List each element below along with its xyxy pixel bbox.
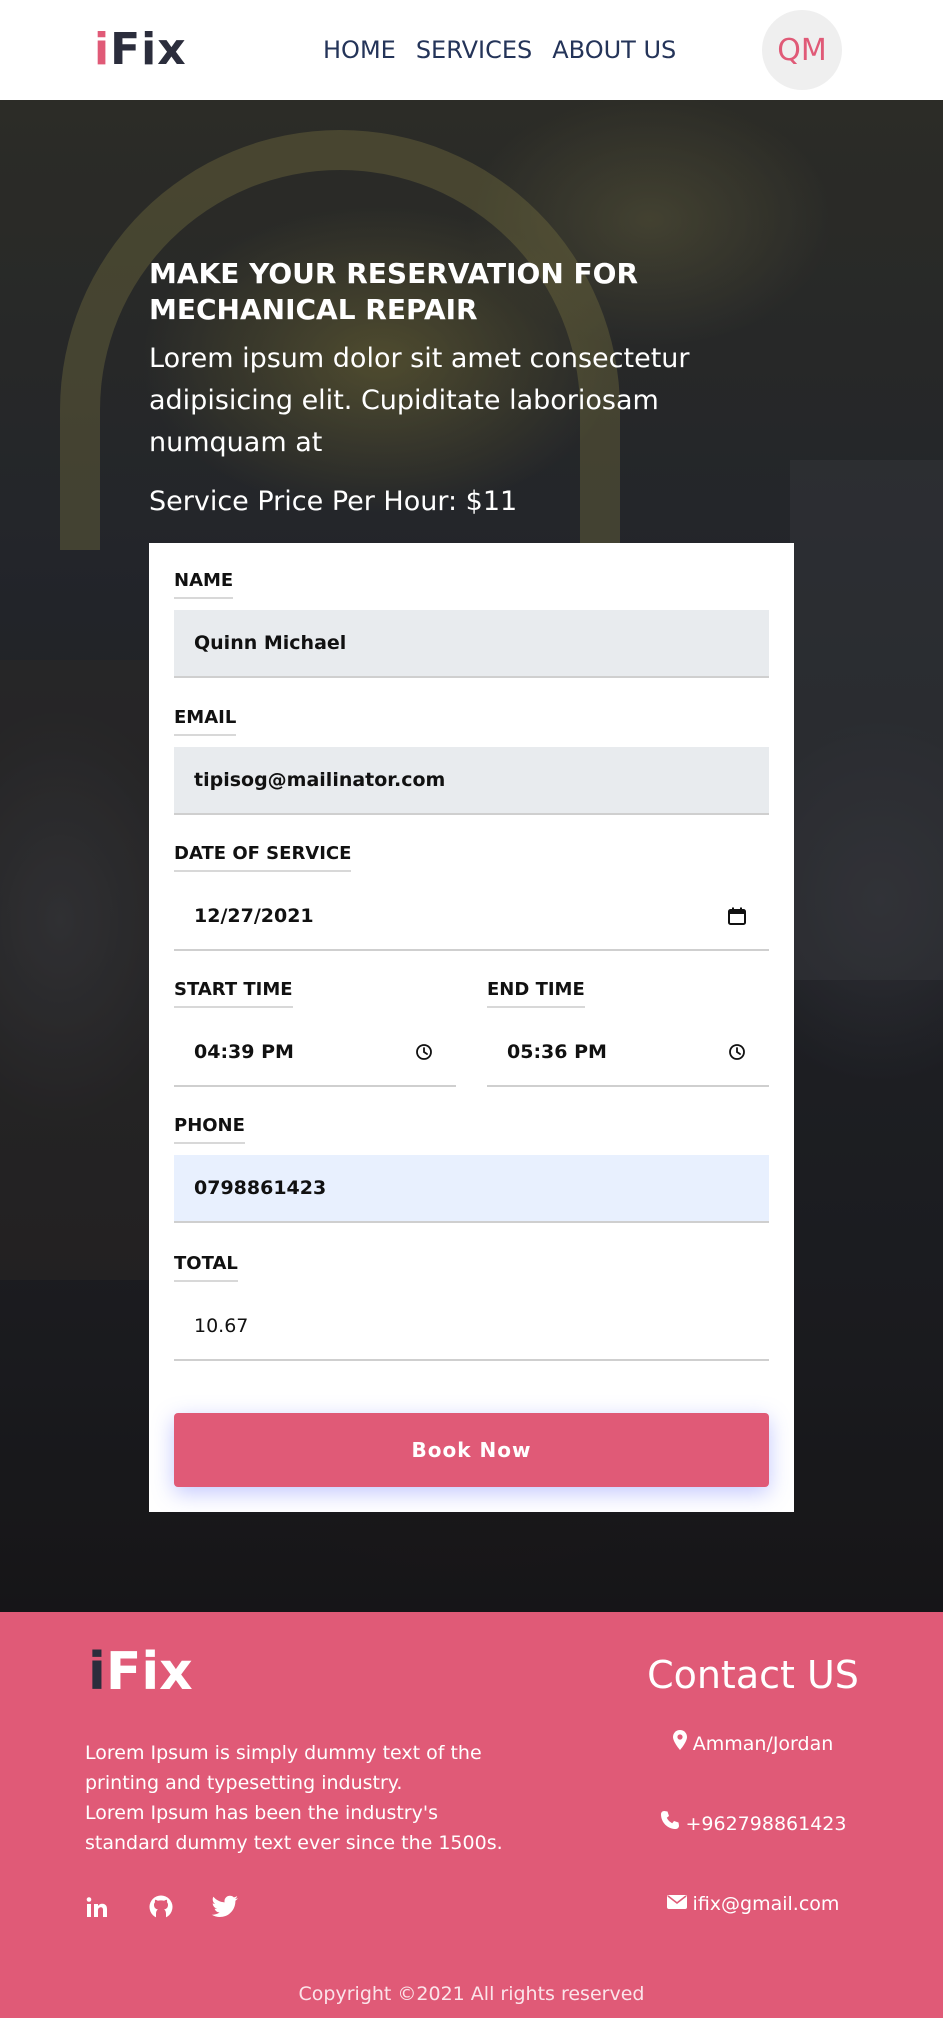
hero-section: MAKE YOUR RESERVATION FOR MECHANICAL REP… xyxy=(0,100,943,1612)
reservation-form: NAME Quinn Michael EMAIL tipisog@mailina… xyxy=(149,543,794,1512)
start-time-value: 04:39 PM xyxy=(194,1041,294,1063)
name-field[interactable]: Quinn Michael xyxy=(174,610,769,678)
start-time-label: START TIME xyxy=(174,978,293,1008)
phone-field[interactable]: 0798861423 xyxy=(174,1155,769,1223)
logo-text: Fix xyxy=(110,24,187,75)
main-nav: HOME SERVICES ABOUT US xyxy=(323,33,676,67)
envelope-icon xyxy=(666,1890,687,1918)
email-label: EMAIL xyxy=(174,706,237,736)
clock-icon[interactable] xyxy=(717,1043,757,1061)
end-time-label: END TIME xyxy=(487,978,585,1008)
hero-description: Lorem ipsum dolor sit amet consectetur a… xyxy=(149,343,690,458)
location-text: Amman/Jordan xyxy=(692,1733,834,1755)
end-time-field[interactable]: 05:36 PM xyxy=(487,1019,769,1087)
user-avatar[interactable]: QM xyxy=(762,10,842,90)
phone-label: PHONE xyxy=(174,1114,245,1144)
phone-value: 0798861423 xyxy=(194,1177,327,1199)
clock-icon[interactable] xyxy=(404,1043,444,1061)
page-title: MAKE YOUR RESERVATION FOR MECHANICAL REP… xyxy=(149,257,639,326)
name-value: Quinn Michael xyxy=(194,632,347,654)
footer-description: Lorem Ipsum is simply dummy text of the … xyxy=(85,1738,505,1858)
phone-text: +962798861423 xyxy=(685,1813,847,1835)
email-field[interactable]: tipisog@mailinator.com xyxy=(174,747,769,815)
github-icon[interactable] xyxy=(146,1892,176,1922)
footer-logo[interactable]: iFix xyxy=(88,1640,193,1704)
site-footer: iFix Lorem Ipsum is simply dummy text of… xyxy=(0,1612,943,2018)
contact-location: Amman/Jordan xyxy=(600,1730,906,1758)
date-label: DATE OF SERVICE xyxy=(174,842,352,872)
book-now-button[interactable]: Book Now xyxy=(174,1413,769,1487)
logo[interactable]: iFix xyxy=(94,22,187,78)
contact-phone[interactable]: +962798861423 xyxy=(600,1810,906,1838)
contact-email[interactable]: ifix@gmail.com xyxy=(600,1890,906,1918)
contact-title: Contact US xyxy=(647,1653,859,1697)
map-marker-icon xyxy=(672,1730,687,1758)
total-value: 10.67 xyxy=(194,1315,249,1337)
logo-letter-i: i xyxy=(94,24,111,75)
end-time-value: 05:36 PM xyxy=(507,1041,607,1063)
calendar-icon[interactable] xyxy=(717,906,757,926)
footer-text-line: Lorem Ipsum has been the industry's stan… xyxy=(85,1802,503,1854)
email-text: ifix@gmail.com xyxy=(692,1893,840,1915)
phone-icon xyxy=(660,1810,680,1838)
total-field: 10.67 xyxy=(174,1293,769,1361)
nav-services[interactable]: SERVICES xyxy=(416,33,532,67)
nav-home[interactable]: HOME xyxy=(323,33,396,67)
service-price: Service Price Per Hour: $11 xyxy=(149,486,518,517)
site-header: iFix HOME SERVICES ABOUT US QM xyxy=(0,0,943,100)
twitter-icon[interactable] xyxy=(210,1892,240,1922)
date-field[interactable]: 12/27/2021 xyxy=(174,883,769,951)
date-value: 12/27/2021 xyxy=(194,905,314,927)
copyright: Copyright ©2021 All rights reserved xyxy=(298,1983,645,2005)
footer-logo-letter-i: i xyxy=(88,1642,106,1702)
social-links xyxy=(82,1892,240,1922)
footer-logo-text: Fix xyxy=(105,1642,193,1702)
name-label: NAME xyxy=(174,569,234,599)
email-value: tipisog@mailinator.com xyxy=(194,769,446,791)
start-time-field[interactable]: 04:39 PM xyxy=(174,1019,456,1087)
total-label: TOTAL xyxy=(174,1252,238,1282)
footer-text-line: Lorem Ipsum is simply dummy text of the … xyxy=(85,1742,482,1794)
nav-about-us[interactable]: ABOUT US xyxy=(552,33,676,67)
linkedin-icon[interactable] xyxy=(82,1892,112,1922)
